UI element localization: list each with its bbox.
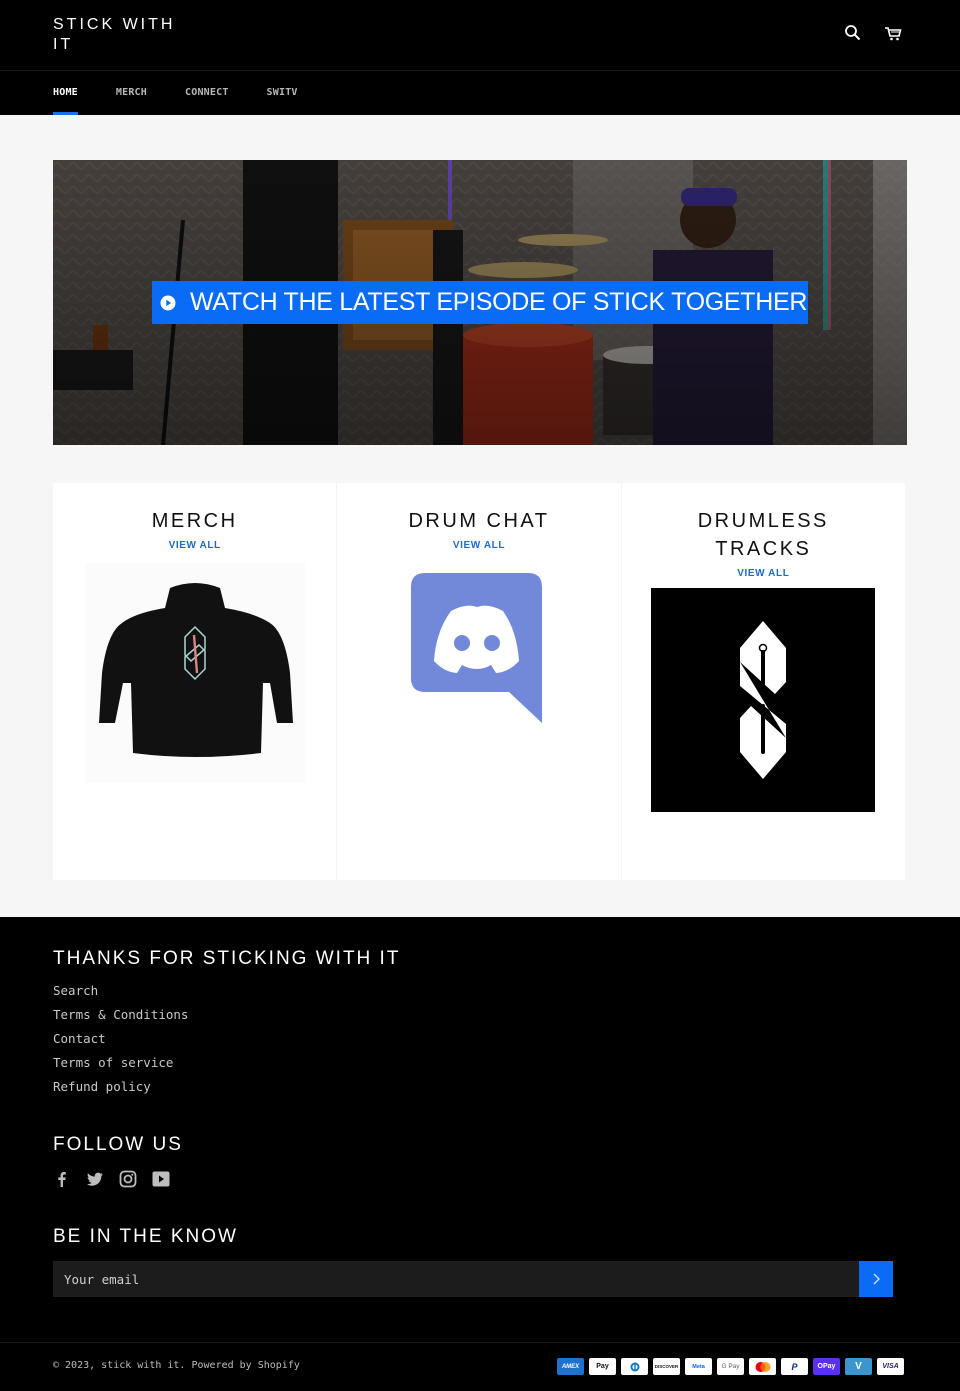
mastercard-logo [755, 1361, 770, 1372]
footer-link-search[interactable]: Search [53, 983, 188, 1007]
main-nav: HOME MERCH CONNECT SWITV [0, 71, 960, 115]
nav-item-connect[interactable]: CONNECT [185, 71, 229, 115]
shop-pay-icon: OPay [813, 1358, 840, 1375]
copyright-text: © 2023, stick with it. Powered by Shopif… [53, 1360, 300, 1371]
view-all-link[interactable]: VIEW ALL [453, 540, 505, 551]
google-pay-icon: G Pay [717, 1358, 744, 1375]
collection-title[interactable]: DRUM CHAT [337, 507, 620, 535]
hero-video-banner[interactable]: WATCH THE LATEST EPISODE OF STICK TOGETH… [53, 160, 907, 445]
nav-item-merch[interactable]: MERCH [116, 71, 147, 115]
email-input[interactable] [53, 1261, 859, 1297]
footer-link-contact[interactable]: Contact [53, 1031, 188, 1055]
mastercard-icon [749, 1358, 776, 1375]
twitter-icon[interactable] [86, 1170, 104, 1188]
footer-link-refund-policy[interactable]: Refund policy [53, 1079, 188, 1103]
subscribe-button[interactable] [859, 1261, 893, 1297]
site-header: STICK WITH IT [0, 0, 960, 71]
payment-icons: AMEX Pay DISCOVER Meta G Pay P OPay V VI… [557, 1358, 904, 1375]
newsletter-heading: BE IN THE KNOW [53, 1226, 238, 1247]
collection-title[interactable]: MERCH [53, 507, 336, 535]
collection-card-drumless-tracks[interactable]: DRUMLESS TRACKS VIEW ALL [622, 483, 905, 880]
chevron-right-icon [873, 1273, 880, 1285]
search-icon[interactable] [844, 24, 862, 42]
play-circle-icon [160, 295, 176, 310]
apple-pay-icon: Pay [589, 1358, 616, 1375]
diners-club-logo [630, 1362, 639, 1371]
nav-item-home[interactable]: HOME [53, 71, 78, 115]
footer-link-terms-of-service[interactable]: Terms of service [53, 1055, 188, 1079]
newsletter-form [53, 1261, 893, 1297]
collection-card-merch[interactable]: MERCH VIEW ALL [53, 483, 338, 880]
apple-pay-label: Pay [596, 1363, 609, 1370]
cart-icon[interactable] [884, 24, 902, 42]
view-all-link[interactable]: VIEW ALL [737, 568, 789, 579]
powered-by-shopify-link[interactable]: Powered by Shopify [191, 1360, 299, 1371]
copyright-prefix: © 2023, stick with it. [53, 1360, 192, 1371]
social-links [53, 1170, 170, 1188]
watch-episode-label: WATCH THE LATEST EPISODE OF STICK TOGETH… [190, 288, 808, 316]
collection-title[interactable]: DRUMLESS TRACKS [688, 507, 838, 563]
paypal-icon: P [781, 1358, 808, 1375]
footer-link-terms-conditions[interactable]: Terms & Conditions [53, 1007, 188, 1031]
footer-divider [0, 1342, 960, 1343]
facebook-icon[interactable] [53, 1170, 71, 1188]
merch-hoodie-image[interactable] [84, 563, 305, 783]
view-all-link[interactable]: VIEW ALL [169, 540, 221, 551]
collection-grid: MERCH VIEW ALL DRUM CHAT VIEW ALL DRUMLE… [53, 483, 905, 880]
diners-club-icon [621, 1358, 648, 1375]
instagram-icon[interactable] [119, 1170, 137, 1188]
footer-links-heading: THANKS FOR STICKING WITH IT [53, 948, 401, 969]
discover-icon: DISCOVER [653, 1358, 680, 1375]
site-footer: THANKS FOR STICKING WITH IT Search Terms… [0, 917, 960, 1391]
follow-us-heading: FOLLOW US [53, 1134, 183, 1155]
watch-episode-button[interactable]: WATCH THE LATEST EPISODE OF STICK TOGETH… [152, 281, 808, 324]
youtube-icon[interactable] [152, 1170, 170, 1188]
drumless-tracks-logo-image[interactable] [651, 588, 876, 812]
amex-icon: AMEX [557, 1358, 584, 1375]
site-logo[interactable]: STICK WITH IT [53, 15, 183, 55]
footer-links: Search Terms & Conditions Contact Terms … [53, 983, 188, 1103]
visa-icon: VISA [877, 1358, 904, 1375]
nav-item-switv[interactable]: SWITV [267, 71, 298, 115]
collection-card-drum-chat[interactable]: DRUM CHAT VIEW ALL [337, 483, 622, 880]
discord-logo-image[interactable] [411, 573, 546, 725]
venmo-icon: V [845, 1358, 872, 1375]
meta-pay-icon: Meta [685, 1358, 712, 1375]
